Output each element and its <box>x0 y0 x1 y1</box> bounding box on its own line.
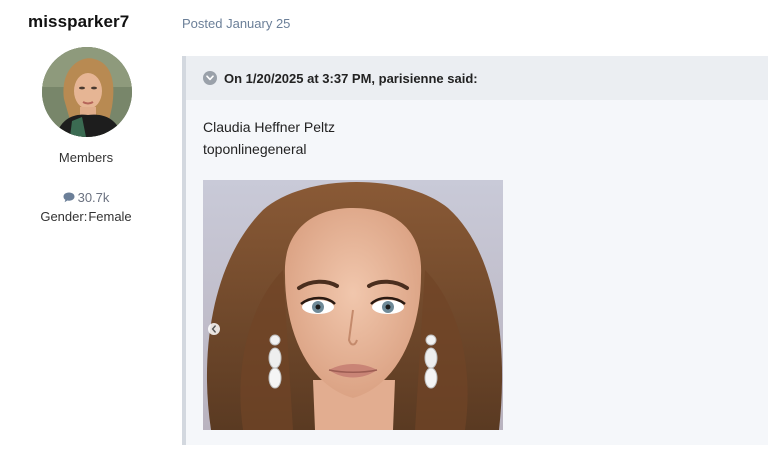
chevron-down-icon[interactable] <box>203 71 217 85</box>
quoted-image[interactable] <box>203 180 503 430</box>
author-post-count[interactable]: 30.7k <box>0 190 172 206</box>
author-username-link[interactable]: missparker7 <box>28 12 129 32</box>
post-count-value: 30.7k <box>77 190 110 205</box>
quote-line-source: toponlinegeneral <box>203 141 307 157</box>
author-avatar[interactable] <box>42 47 132 137</box>
forum-post: missparker7 Members 30.7k Gender:Female … <box>0 0 768 465</box>
quote-block: On 1/20/2025 at 3:37 PM, parisienne said… <box>182 56 768 445</box>
post-date-link[interactable]: Posted January 25 <box>182 16 290 31</box>
portrait-photo <box>203 180 503 430</box>
quote-header[interactable]: On 1/20/2025 at 3:37 PM, parisienne said… <box>186 56 768 100</box>
avatar-photo <box>42 47 132 137</box>
chevron-left-icon[interactable] <box>208 323 220 335</box>
quote-body: Claudia Heffner Peltz toponlinegeneral <box>186 100 768 160</box>
comment-bubble-icon <box>63 191 75 206</box>
author-group: Members <box>58 150 114 165</box>
author-gender: Gender:Female <box>0 209 172 224</box>
quote-citation: On 1/20/2025 at 3:37 PM, parisienne said… <box>224 70 478 86</box>
gender-label: Gender: <box>40 209 88 224</box>
gender-value: Female <box>88 209 132 224</box>
quote-line-name: Claudia Heffner Peltz <box>203 119 336 135</box>
